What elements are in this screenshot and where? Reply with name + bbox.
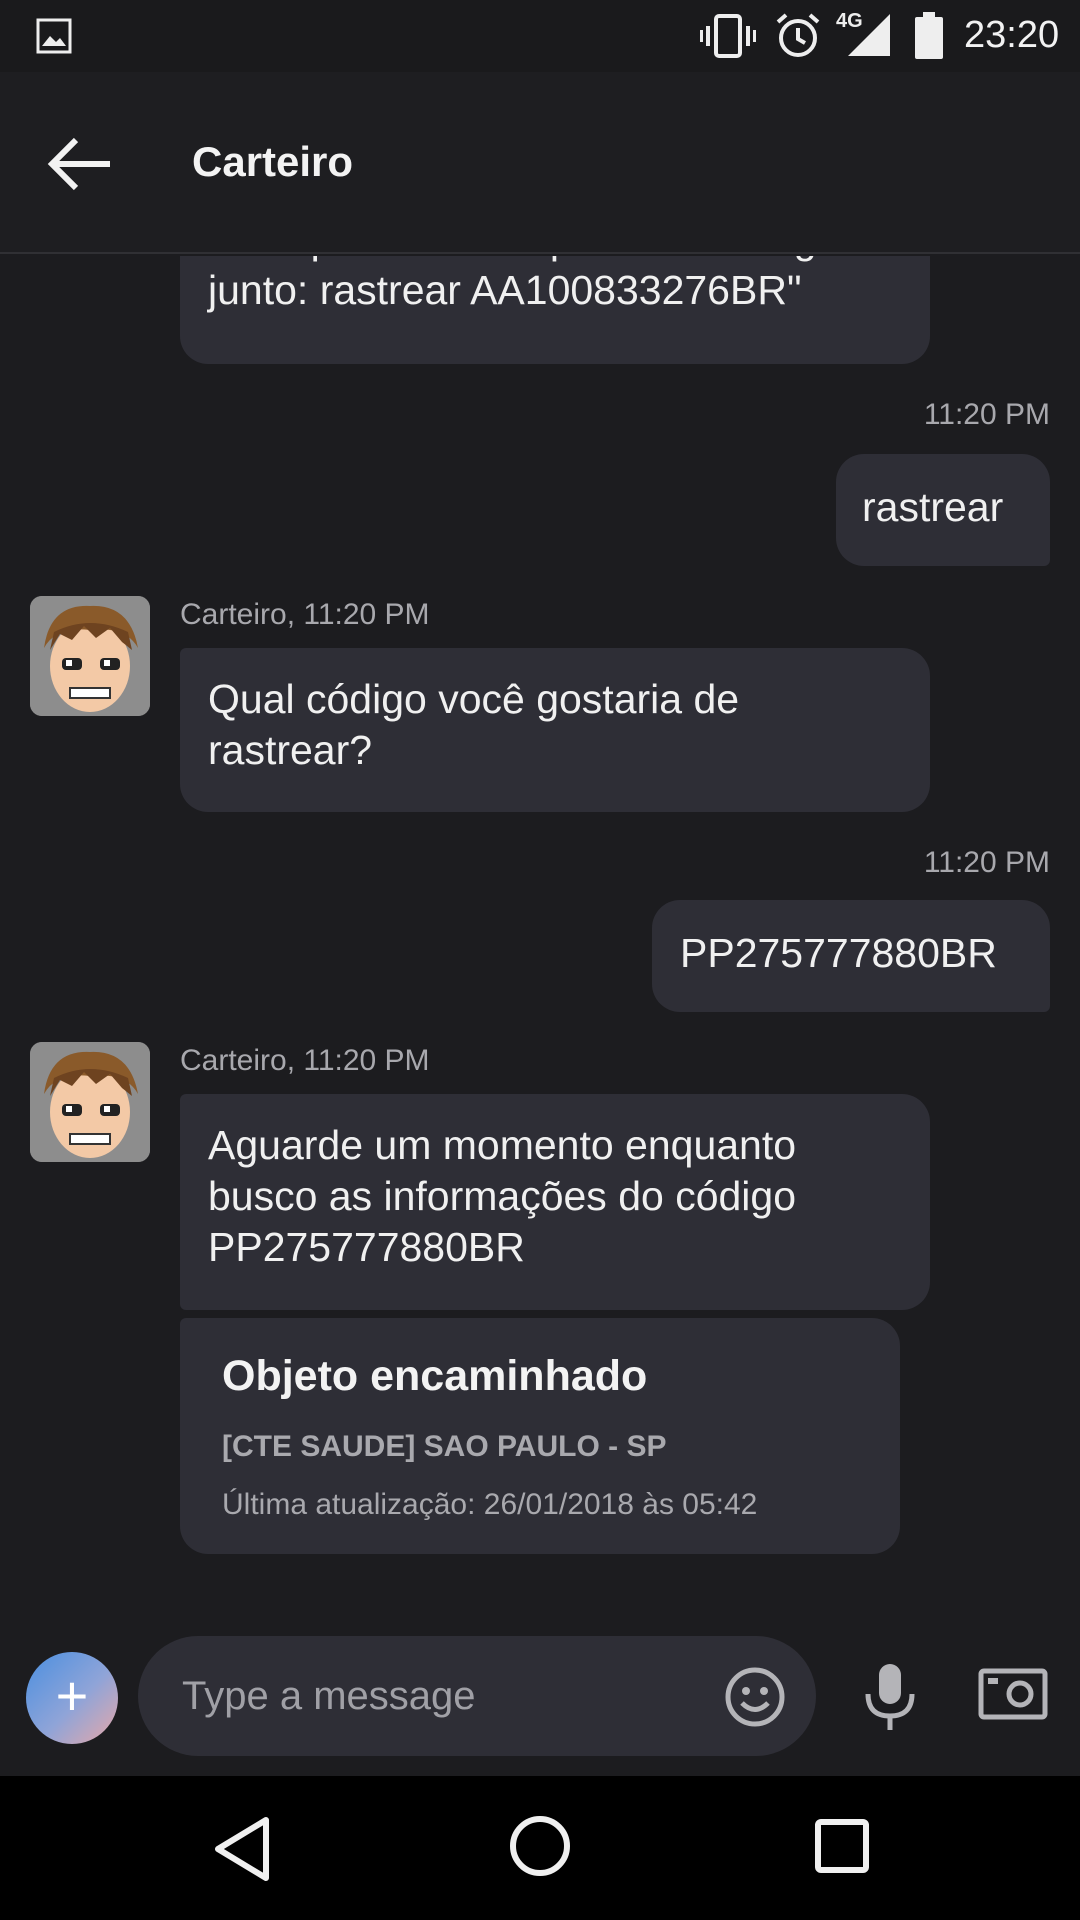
message-line: Aguarde um momento enquanto [208, 1122, 797, 1168]
message-line: busco as informações do código [208, 1173, 797, 1219]
message-field [138, 1636, 816, 1756]
nav-home-icon[interactable] [508, 1814, 572, 1878]
signal-icon: 4G [836, 10, 892, 58]
tracking-last-update: Última atualização: 26/01/2018 às 05:42 [222, 1488, 758, 1521]
message-composer: + [0, 1624, 1080, 1776]
vibrate-icon [700, 14, 756, 58]
app-bar: Carteiro [0, 72, 1080, 254]
nav-back-icon[interactable] [212, 1816, 272, 1882]
plus-icon: + [55, 1664, 89, 1727]
message-line: PP275777880BR [208, 1224, 525, 1270]
message-line: Qual código você gostaria de [208, 676, 740, 722]
message-timestamp: 11:20 PM [923, 846, 1050, 879]
conversation-title: Carteiro [192, 138, 354, 185]
message-line: junto: rastrear AA100833276BR" [208, 267, 802, 313]
gallery-icon [36, 18, 72, 54]
status-bar: 4G 23:20 [0, 0, 1080, 72]
message-timestamp: 11:20 PM [923, 398, 1050, 431]
message-line: Você pode até me passar o código [208, 256, 839, 265]
message-list[interactable]: Você pode até me passar o código junto: … [0, 256, 1080, 1624]
message-input[interactable] [182, 1666, 702, 1726]
status-time: 23:20 [964, 14, 1060, 56]
avatar[interactable] [30, 596, 150, 716]
nav-recents-icon[interactable] [814, 1818, 870, 1874]
network-type-label: 4G [836, 10, 863, 32]
avatar[interactable] [30, 1042, 150, 1162]
battery-icon [915, 12, 943, 59]
emoji-icon[interactable] [724, 1666, 786, 1728]
carteiro-avatar-image [30, 1042, 150, 1162]
incoming-message: Aguarde um momento enquanto busco as inf… [180, 1094, 930, 1310]
tracking-location: [CTE SAUDE] SAO PAULO - SP [222, 1430, 667, 1463]
message-sender-time: Carteiro, 11:20 PM [180, 1044, 430, 1077]
message-text: PP275777880BR [680, 930, 997, 976]
carteiro-avatar-image [30, 596, 150, 716]
back-arrow-icon[interactable] [44, 134, 116, 194]
outgoing-message: PP275777880BR [652, 900, 1050, 1012]
microphone-icon[interactable] [862, 1662, 918, 1732]
tracking-card[interactable]: Objeto encaminhado [CTE SAUDE] SAO PAULO… [180, 1318, 900, 1554]
outgoing-message: rastrear [836, 454, 1050, 566]
message-sender-time: Carteiro, 11:20 PM [180, 598, 430, 631]
incoming-message: Você pode até me passar o código junto: … [180, 256, 930, 364]
message-text: rastrear [862, 484, 1004, 530]
camera-icon[interactable] [978, 1668, 1048, 1720]
alarm-icon [776, 13, 820, 57]
add-attachment-button[interactable]: + [26, 1652, 118, 1744]
incoming-message: Qual código você gostaria de rastrear? [180, 648, 930, 812]
system-nav-bar [0, 1776, 1080, 1920]
tracking-status-title: Objeto encaminhado [222, 1352, 648, 1400]
message-line: rastrear? [208, 727, 373, 773]
